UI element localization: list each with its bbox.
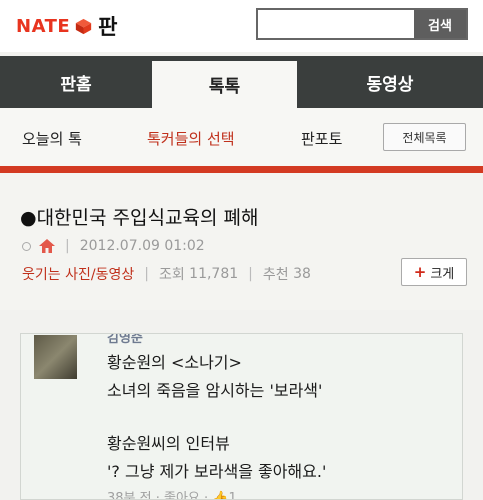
divider: |	[144, 266, 149, 282]
search-button[interactable]: 검색	[414, 10, 466, 38]
photo-text-line: 소녀의 죽음을 암시하는 '보라색'	[107, 381, 323, 400]
photo-text-line: 황순원씨의 인터뷰	[107, 434, 230, 453]
photo-text-line: 황순원의 <소나기>	[107, 353, 242, 372]
article-stats: 웃기는 사진/동영상 | 조회 11,781 | 추천 38	[22, 264, 311, 284]
photo-user-name: 김영준	[107, 333, 143, 346]
sub-nav: 오늘의 톡 톡커들의 선택 판포토 전체목록	[0, 108, 483, 166]
logo-service: 판	[98, 15, 118, 39]
divider: |	[65, 238, 70, 254]
zoom-button-label: 크게	[430, 266, 455, 282]
photo-footer: 38분 전 · 좋아요 · 👍1	[107, 491, 237, 500]
article-title: ●대한민국 주입식교육의 폐해	[20, 207, 259, 229]
circle-icon	[22, 241, 31, 251]
divider: |	[248, 266, 253, 282]
home-icon[interactable]	[39, 239, 55, 253]
search-input[interactable]	[258, 10, 416, 38]
subnav-talkers-choice[interactable]: 톡커들의 선택	[147, 128, 235, 149]
avatar	[34, 335, 77, 379]
tab-pan-home[interactable]: 판홈	[0, 56, 152, 108]
recommend-label: 추천	[262, 267, 289, 283]
subnav-pan-photo[interactable]: 판포토	[301, 128, 342, 149]
main-tabs: 판홈 톡톡 동영상	[0, 56, 483, 108]
tab-video[interactable]: 동영상	[297, 56, 483, 108]
recommend-count: 38	[293, 266, 311, 282]
article-photo: 김영준 황순원의 <소나기> 소녀의 죽음을 암시하는 '보라색' 황순원씨의 …	[20, 333, 463, 500]
article-meta: | 2012.07.09 01:02	[22, 238, 205, 254]
logo-brand: NATE	[16, 15, 71, 37]
nate-pan-logo[interactable]: NATE 판	[16, 14, 118, 39]
all-list-button[interactable]: 전체목록	[383, 123, 466, 151]
logo-cube-icon	[76, 18, 92, 34]
article-date: 2012.07.09 01:02	[79, 238, 205, 254]
plus-icon: +	[413, 263, 427, 281]
top-bar: NATE 판 검색	[0, 0, 483, 52]
accent-divider	[0, 166, 483, 173]
photo-text-line: '? 그냥 제가 보라색을 좋아해요.'	[107, 462, 327, 481]
tab-toktok[interactable]: 톡톡	[152, 61, 297, 108]
article-header: ●대한민국 주입식교육의 폐해 | 2012.07.09 01:02 웃기는 사…	[0, 173, 483, 310]
zoom-button[interactable]: + 크게	[401, 258, 467, 286]
views-count: 11,781	[189, 266, 239, 282]
views-label: 조회	[158, 267, 185, 283]
search-box: 검색	[256, 8, 468, 40]
article-category[interactable]: 웃기는 사진/동영상	[22, 264, 134, 284]
subnav-today-talk[interactable]: 오늘의 톡	[22, 128, 82, 149]
